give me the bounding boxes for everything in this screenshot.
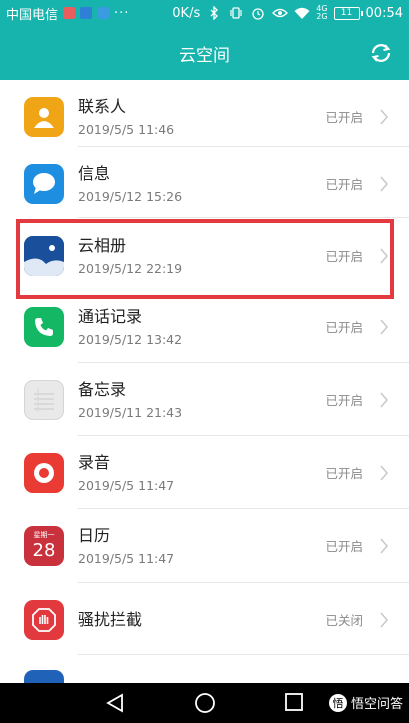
contacts-icon [24, 96, 64, 137]
app-header: 云空间 [0, 26, 409, 80]
item-name: 骚扰拦截 [78, 609, 143, 629]
list-item-gallery[interactable]: 云相册 2019/5/12 22:19 已开启 [0, 219, 409, 292]
chevron-right-icon [379, 612, 389, 628]
status-bar: 中国电信 ··· 0K/s 4G 2G 11 00:54 [0, 0, 409, 26]
chevron-right-icon [379, 109, 389, 125]
partial-app-icon [24, 670, 64, 683]
item-date: 2019/5/12 15:26 [78, 188, 183, 204]
item-date: 2019/5/12 22:19 [78, 260, 183, 276]
network-type: 4G 2G [316, 4, 328, 21]
phone-icon [24, 306, 64, 347]
block-icon [24, 599, 64, 640]
bluetooth-icon [206, 6, 222, 20]
chevron-right-icon [379, 319, 389, 335]
notification-run-icon [80, 7, 93, 19]
divider [78, 217, 409, 218]
list-item-calendar[interactable]: 星期一 28 日历 2019/5/5 11:47 已开启 [0, 509, 409, 582]
notification-image-icon [97, 7, 110, 19]
item-status: 已关闭 [325, 613, 363, 628]
recorder-icon [24, 452, 64, 493]
item-date: 2019/5/12 13:42 [78, 331, 183, 347]
network-speed: 0K/s [172, 5, 201, 21]
wukong-logo-icon: 悟 [328, 693, 347, 712]
list-item-call-log[interactable]: 通话记录 2019/5/12 13:42 已开启 [0, 290, 409, 363]
item-status: 已开启 [325, 320, 363, 335]
watermark: 悟 悟空问答 [328, 693, 403, 712]
item-status: 已开启 [325, 177, 363, 192]
item-name: 日历 [78, 525, 111, 545]
eye-comfort-icon [272, 6, 289, 20]
cloud-items-list: 联系人 2019/5/5 11:46 已开启 信息 2019/5/12 15:2… [0, 80, 409, 683]
item-date: 2019/5/11 21:43 [78, 404, 183, 420]
item-status: 已开启 [325, 466, 363, 481]
list-item-contacts[interactable]: 联系人 2019/5/5 11:46 已开启 [0, 80, 409, 153]
chevron-right-icon [379, 248, 389, 264]
back-icon[interactable] [104, 693, 126, 713]
messages-icon [24, 163, 64, 204]
item-date: 2019/5/5 11:47 [78, 550, 175, 566]
calendar-day: 28 [32, 539, 56, 561]
carrier-label: 中国电信 [6, 7, 59, 23]
item-name: 通话记录 [78, 306, 143, 326]
list-item-recorder[interactable]: 录音 2019/5/5 11:47 已开启 [0, 436, 409, 509]
list-item-partial[interactable] [0, 656, 409, 683]
watermark-text: 悟空问答 [350, 697, 403, 712]
item-name: 联系人 [78, 96, 127, 116]
notification-app-icon [63, 7, 76, 19]
item-status: 已开启 [325, 110, 363, 125]
chevron-right-icon [379, 176, 389, 192]
item-status: 已开启 [325, 539, 363, 554]
item-name: 备忘录 [78, 379, 127, 399]
list-item-harassment-block[interactable]: 骚扰拦截 已关闭 [0, 583, 409, 656]
item-date: 2019/5/5 11:47 [78, 477, 175, 493]
list-item-messages[interactable]: 信息 2019/5/12 15:26 已开启 [0, 147, 409, 220]
sync-icon[interactable] [369, 41, 393, 65]
divider [78, 654, 409, 655]
item-status: 已开启 [325, 249, 363, 264]
clock: 00:54 [365, 5, 403, 21]
item-name: 云相册 [78, 235, 127, 255]
system-nav-bar: 悟 悟空问答 [0, 683, 409, 723]
item-date: 2019/5/5 11:46 [78, 121, 175, 137]
more-notifications-icon: ··· [114, 5, 130, 21]
wifi-icon [294, 6, 310, 20]
recents-icon[interactable] [284, 693, 306, 713]
item-name: 录音 [78, 452, 111, 472]
chevron-right-icon [379, 465, 389, 481]
item-status: 已开启 [325, 393, 363, 408]
page-title: 云空间 [179, 45, 230, 66]
calendar-icon: 星期一 28 [24, 525, 64, 566]
alarm-icon [250, 6, 266, 20]
battery-icon: 11 [333, 6, 363, 20]
chevron-right-icon [379, 538, 389, 554]
vibrate-icon [228, 6, 244, 20]
calendar-weekday: 星期一 [33, 530, 55, 539]
gallery-icon [24, 235, 64, 276]
home-icon[interactable] [194, 693, 216, 713]
list-item-notes[interactable]: 备忘录 2019/5/11 21:43 已开启 [0, 363, 409, 436]
notepad-icon [24, 379, 64, 420]
chevron-right-icon [379, 392, 389, 408]
item-name: 信息 [78, 163, 111, 183]
